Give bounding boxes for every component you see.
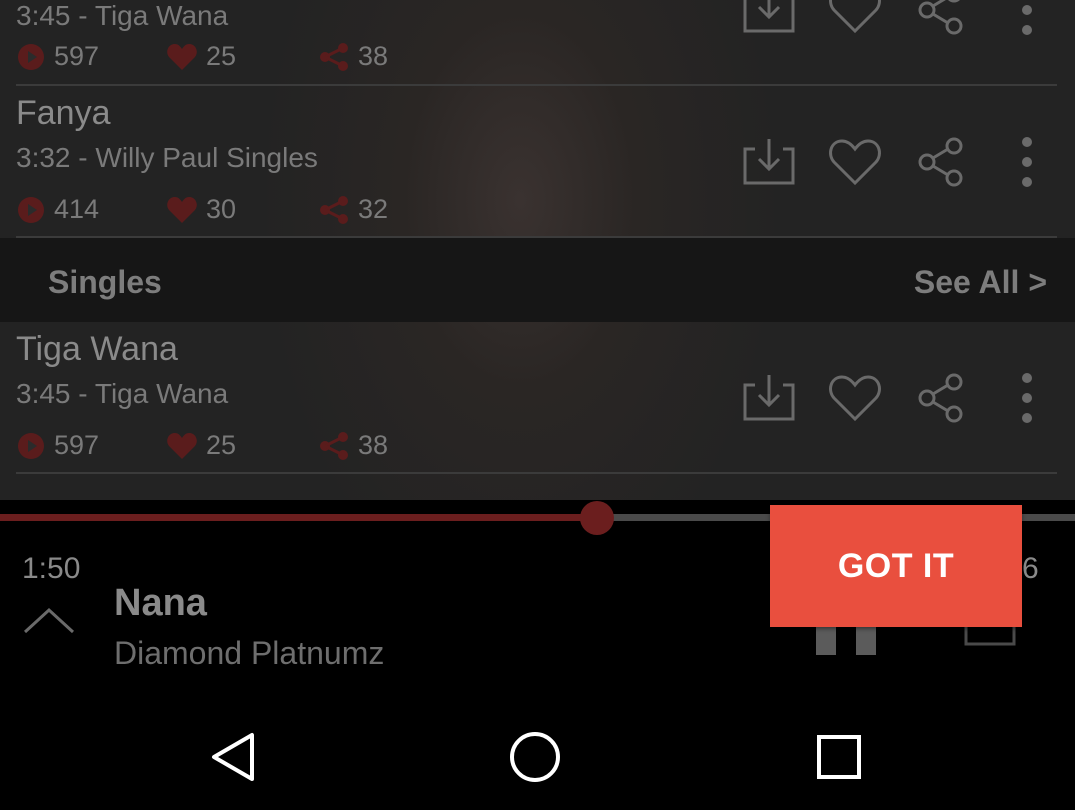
section-header-singles: Singles See All >: [0, 238, 1075, 322]
share-count-value: 32: [358, 194, 389, 224]
download-button[interactable]: [739, 132, 799, 192]
like-count: 30: [166, 194, 236, 225]
like-button[interactable]: [825, 0, 885, 40]
meta-separator: -: [78, 378, 88, 409]
nav-back-icon: [212, 733, 254, 781]
seek-bar-thumb[interactable]: [579, 501, 614, 535]
chevron-up-icon: [23, 607, 75, 634]
play-count-value: 597: [54, 430, 100, 460]
like-count-value: 25: [206, 41, 237, 71]
download-icon: [743, 0, 795, 33]
song-row[interactable]: Fanya 3:32 - Willy Paul Singles 414 30 3…: [0, 86, 1075, 236]
download-icon: [743, 375, 795, 421]
got-it-button[interactable]: GOT IT: [770, 505, 1022, 627]
play-count-icon: [18, 196, 44, 223]
expand-player-button[interactable]: [22, 600, 76, 640]
seek-bar-progress: [0, 514, 597, 521]
song-duration: 3:32: [16, 142, 71, 173]
like-count: 25: [166, 430, 236, 461]
song-stats: 414 30 32: [16, 194, 436, 228]
download-button[interactable]: [739, 368, 799, 428]
nav-recents-button[interactable]: [804, 722, 874, 792]
download-icon: [743, 139, 795, 185]
download-button[interactable]: [739, 0, 799, 40]
share-count-value: 38: [358, 41, 389, 71]
like-button[interactable]: [825, 368, 885, 428]
song-actions: [735, 0, 1075, 50]
more-button[interactable]: [997, 0, 1057, 40]
meta-separator: -: [78, 142, 88, 173]
play-count: 414: [16, 194, 99, 225]
share-count: 32: [318, 194, 388, 225]
like-count: 25: [166, 41, 236, 72]
heart-icon: [829, 0, 881, 34]
share-icon: [918, 0, 963, 35]
play-count-icon: [18, 432, 44, 459]
now-playing-title: Nana: [114, 582, 207, 624]
song-list: 3:45 - Tiga Wana 597 25 38 Fanya 3:32 - …: [0, 0, 1075, 500]
more-vert-icon: [1022, 137, 1032, 187]
song-stats: 597 25 38: [16, 41, 436, 75]
song-album: Willy Paul Singles: [95, 142, 318, 173]
share-count: 38: [318, 41, 388, 72]
elapsed-time: 1:50: [22, 552, 81, 585]
more-vert-icon: [1022, 5, 1032, 35]
song-meta: 3:45 - Tiga Wana: [16, 378, 228, 410]
now-playing-artist: Diamond Platnumz: [114, 635, 385, 671]
heart-icon: [167, 432, 197, 459]
section-title: Singles: [48, 264, 162, 300]
play-count: 597: [16, 41, 99, 72]
play-count-icon: [18, 43, 44, 70]
share-count: 38: [318, 430, 388, 461]
heart-icon: [829, 139, 881, 186]
see-all-link[interactable]: See All >: [914, 264, 1047, 301]
nav-recents-icon: [817, 735, 861, 779]
meta-separator: -: [78, 0, 88, 31]
share-button[interactable]: [911, 0, 971, 40]
share-icon: [918, 373, 963, 423]
like-count-value: 30: [206, 194, 237, 224]
song-actions: [735, 368, 1075, 438]
more-button[interactable]: [997, 132, 1057, 192]
song-meta: 3:45 - Tiga Wana: [16, 0, 228, 32]
share-button[interactable]: [911, 132, 971, 192]
song-stats: 597 25 38: [16, 430, 436, 464]
more-vert-icon: [1022, 373, 1032, 423]
song-actions: [735, 132, 1075, 202]
more-button[interactable]: [997, 368, 1057, 428]
heart-icon: [167, 196, 197, 223]
system-nav-bar: [0, 700, 1075, 810]
song-title: Fanya: [16, 94, 111, 132]
play-count-value: 414: [54, 194, 100, 224]
share-icon: [320, 195, 348, 224]
like-button[interactable]: [825, 132, 885, 192]
song-meta: 3:32 - Willy Paul Singles: [16, 142, 318, 174]
share-count-value: 38: [358, 430, 389, 460]
song-album: Tiga Wana: [94, 378, 229, 409]
song-duration: 3:45: [16, 378, 71, 409]
heart-icon: [167, 43, 197, 70]
song-row[interactable]: Tiga Wana 3:45 - Tiga Wana 597 25 38: [0, 322, 1075, 472]
nav-home-button[interactable]: [500, 722, 570, 792]
app-screen: 3:45 - Tiga Wana 597 25 38 Fanya 3:32 - …: [0, 0, 1075, 810]
nav-home-icon: [510, 732, 560, 782]
song-duration: 3:45: [16, 0, 71, 31]
song-title: Tiga Wana: [16, 330, 178, 368]
play-count-value: 597: [54, 41, 100, 71]
nav-back-button[interactable]: [198, 722, 268, 792]
divider: [16, 472, 1057, 474]
play-count: 597: [16, 430, 99, 461]
total-time: 6: [1022, 552, 1039, 585]
song-album: Tiga Wana: [94, 0, 229, 31]
share-button[interactable]: [911, 368, 971, 428]
like-count-value: 25: [206, 430, 237, 460]
share-icon: [320, 42, 348, 71]
share-icon: [918, 137, 963, 187]
heart-icon: [829, 375, 881, 422]
share-icon: [320, 431, 348, 460]
